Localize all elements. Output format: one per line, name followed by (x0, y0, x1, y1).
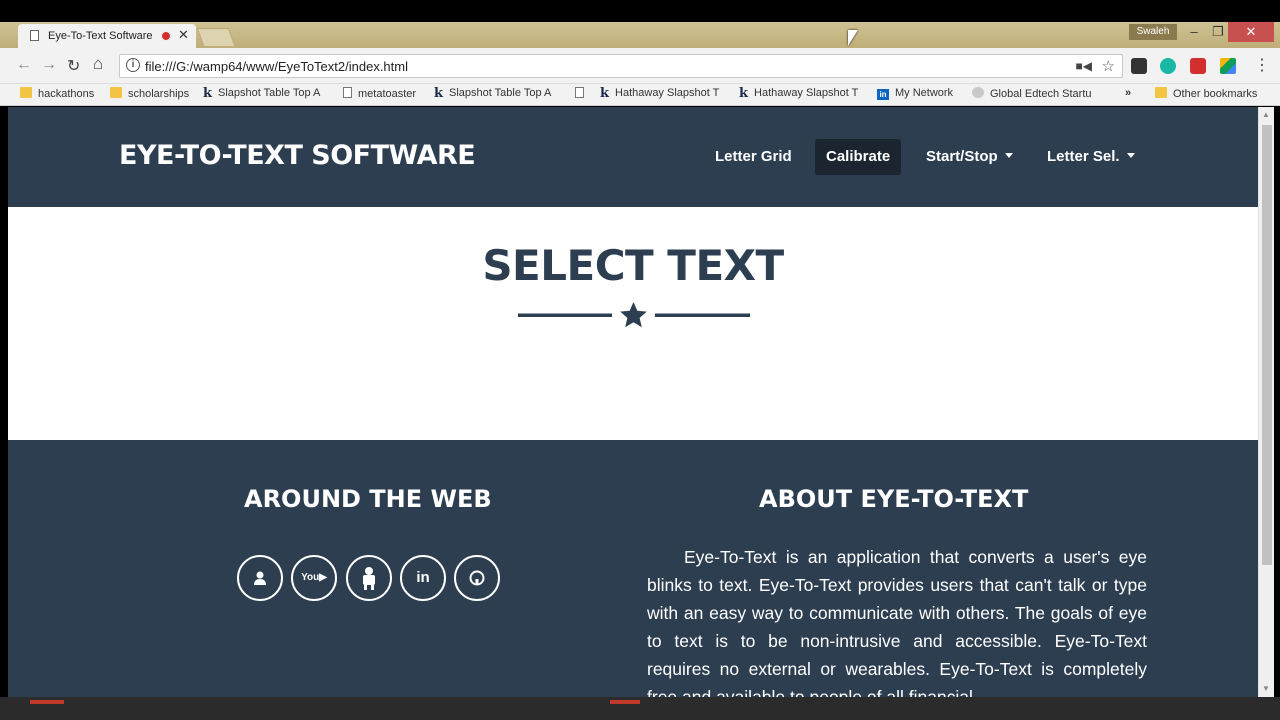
page-icon (30, 30, 39, 41)
browser-tab[interactable]: Eye-To-Text Software ✕ (18, 24, 196, 48)
caret-down-icon (1126, 153, 1135, 158)
k-icon: k (600, 86, 610, 101)
linkedin-icon: in (877, 89, 889, 100)
recording-icon (161, 31, 171, 41)
bookmark-item[interactable] (575, 87, 590, 100)
select-text-section: SELECT TEXT (8, 207, 1258, 440)
info-icon[interactable]: i (126, 58, 140, 72)
extension-icon[interactable] (1190, 58, 1206, 74)
bookmark-item[interactable]: in My Network (877, 87, 953, 100)
tab-title: Eye-To-Text Software (48, 30, 153, 42)
new-tab-button[interactable] (196, 28, 236, 46)
taskbar-item[interactable] (30, 700, 64, 704)
bookmarks-overflow-button[interactable]: » (1125, 87, 1131, 99)
screen: Eye-To-Text Software ✕ Swaleh – ❐ ✕ ← → … (0, 0, 1280, 720)
taskbar-item[interactable] (610, 700, 640, 704)
bookmarks-bar: hackathons scholarships k Slapshot Table … (0, 84, 1280, 106)
forward-icon[interactable]: → (41, 56, 57, 74)
bookmark-item[interactable]: k Hathaway Slapshot T (600, 86, 719, 101)
bookmark-item[interactable]: k Slapshot Table Top A (434, 86, 551, 101)
linkedin-icon[interactable]: in (400, 555, 446, 601)
nav-letter-sel[interactable]: Letter Sel. (1036, 139, 1146, 175)
extension-icon[interactable] (1160, 58, 1176, 74)
k-icon: k (203, 86, 213, 101)
section-title: SELECT TEXT (482, 241, 784, 290)
scroll-up-icon[interactable]: ▲ (1262, 110, 1270, 119)
bookmark-star-icon[interactable]: ☆ (1102, 57, 1115, 75)
page-viewport: EYE-TO-TEXT SOFTWARE Letter Grid Calibra… (8, 107, 1258, 697)
site-navbar: EYE-TO-TEXT SOFTWARE Letter Grid Calibra… (8, 107, 1258, 207)
nav-start-stop-label: Start/Stop (926, 148, 998, 165)
github-icon[interactable] (454, 555, 500, 601)
menu-icon[interactable]: ⋮ (1254, 55, 1270, 75)
tab-close-icon[interactable]: ✕ (178, 27, 189, 43)
mouse-cursor (848, 30, 858, 46)
folder-icon (20, 87, 32, 98)
camera-icon[interactable]: ■◀ (1076, 59, 1092, 73)
profile-button[interactable]: Swaleh (1129, 24, 1177, 40)
nav-letter-sel-label: Letter Sel. (1047, 148, 1120, 165)
bookmark-item[interactable]: Global Edtech Startu (972, 87, 1092, 100)
bookmark-item[interactable]: metatoaster (343, 87, 416, 100)
site-brand[interactable]: EYE-TO-TEXT SOFTWARE (119, 140, 476, 171)
divider-line (655, 313, 750, 317)
taskbar (0, 697, 1280, 720)
nav-letter-grid[interactable]: Letter Grid (704, 139, 803, 175)
scroll-down-icon[interactable]: ▼ (1262, 684, 1270, 693)
window-close-icon[interactable]: ✕ (1228, 22, 1274, 42)
bookmark-item[interactable]: k Hathaway Slapshot T (739, 86, 858, 101)
about-paragraph: Eye-To-Text is an application that conve… (647, 547, 1147, 697)
browser-toolbar: ← → ↻ ⌂ i file:///G:/wamp64/www/EyeToTex… (0, 48, 1280, 84)
bookmark-item[interactable]: scholarships (110, 87, 189, 100)
nav-start-stop[interactable]: Start/Stop (915, 139, 1024, 175)
around-web-heading: AROUND THE WEB (244, 485, 492, 513)
star-divider (518, 302, 750, 328)
folder-icon (110, 87, 122, 98)
other-bookmarks[interactable]: Other bookmarks (1155, 87, 1257, 100)
k-icon: k (434, 86, 444, 101)
page-scrollbar[interactable]: ▲ ▼ (1258, 107, 1274, 697)
reload-icon[interactable]: ↻ (67, 56, 80, 76)
k-icon: k (739, 86, 749, 101)
address-bar[interactable]: i file:///G:/wamp64/www/EyeToText2/index… (119, 54, 1123, 78)
youtube-icon[interactable]: You▶ (291, 555, 337, 601)
address-url[interactable]: file:///G:/wamp64/www/EyeToText2/index.h… (145, 59, 408, 74)
caret-down-icon (1004, 153, 1013, 158)
bookmark-item[interactable]: k Slapshot Table Top A (203, 86, 320, 101)
page-icon (343, 87, 352, 98)
star-icon (620, 302, 647, 328)
about-heading: ABOUT EYE-TO-TEXT (759, 485, 1029, 513)
page-icon (575, 87, 584, 98)
globe-icon (972, 87, 984, 98)
bookmark-item[interactable]: hackathons (20, 87, 94, 100)
browser-titlebar: Eye-To-Text Software ✕ Swaleh – ❐ ✕ (0, 22, 1280, 48)
folder-icon (1155, 87, 1167, 98)
extension-icon[interactable] (1131, 58, 1147, 74)
divider-line (518, 313, 612, 317)
back-icon[interactable]: ← (16, 56, 32, 74)
scrollbar-thumb[interactable] (1262, 125, 1272, 565)
user-icon[interactable] (237, 555, 283, 601)
drive-icon[interactable] (1220, 58, 1236, 74)
site-footer: AROUND THE WEB ABOUT EYE-TO-TEXT You▶ in… (8, 440, 1258, 697)
home-icon[interactable]: ⌂ (93, 54, 103, 74)
nav-calibrate[interactable]: Calibrate (815, 139, 902, 175)
devpost-icon[interactable] (346, 555, 392, 601)
